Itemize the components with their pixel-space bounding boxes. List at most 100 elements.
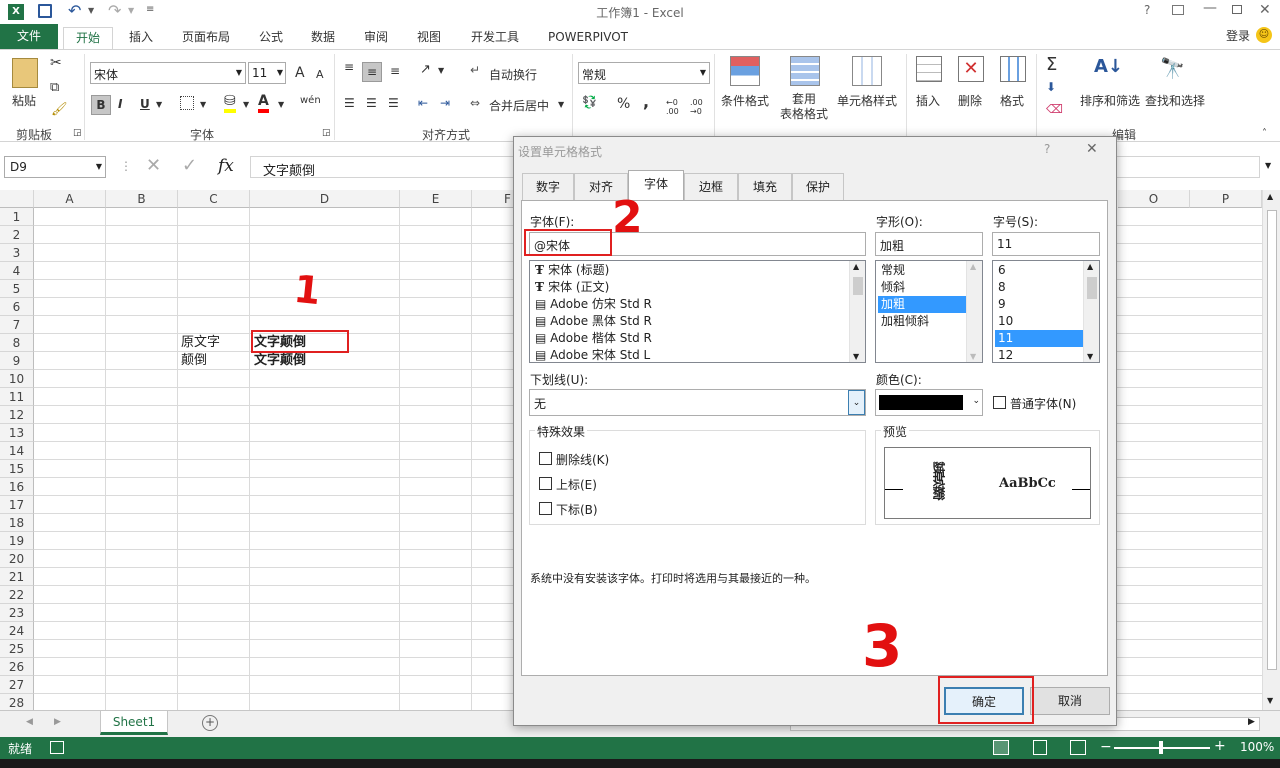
sort-filter-button[interactable]: 排序和筛选 bbox=[1080, 92, 1140, 109]
percent-button[interactable]: % bbox=[617, 96, 630, 112]
font-style-listbox[interactable]: 常规 倾斜 加粗 加粗倾斜 ▲ ▼ bbox=[875, 260, 983, 363]
normal-font-label[interactable]: 普通字体(N) bbox=[1010, 395, 1076, 412]
cell-d9[interactable]: 文字颠倒 bbox=[254, 352, 306, 370]
sort-filter-icon[interactable]: A↓ bbox=[1094, 56, 1123, 77]
tab-page-layout[interactable]: 页面布局 bbox=[172, 27, 240, 49]
insert-cells-button[interactable]: 插入 bbox=[916, 92, 940, 109]
normal-view-icon[interactable] bbox=[993, 740, 1009, 755]
strikethrough-checkbox[interactable] bbox=[539, 452, 552, 465]
cancel-entry-icon[interactable]: ✕ bbox=[146, 155, 161, 176]
fill-icon[interactable]: ⬇ bbox=[1046, 80, 1056, 94]
tab-number[interactable]: 数字 bbox=[522, 173, 574, 200]
number-format-dropdown-icon[interactable]: ▼ bbox=[700, 68, 706, 77]
style-list-scrollbar[interactable]: ▲ ▼ bbox=[966, 261, 982, 362]
size-list-item[interactable]: 6 bbox=[995, 262, 1083, 279]
align-bottom-icon[interactable]: ≡ bbox=[390, 64, 400, 78]
row-header[interactable]: 11 bbox=[0, 388, 34, 406]
cancel-button[interactable]: 取消 bbox=[1030, 687, 1110, 715]
font-size-input[interactable]: 11 bbox=[992, 232, 1100, 256]
align-left-icon[interactable]: ☰ bbox=[344, 96, 355, 110]
align-center-icon[interactable]: ☰ bbox=[366, 96, 377, 110]
format-as-table-button[interactable]: 套用 表格格式 bbox=[774, 92, 834, 122]
underline-button[interactable]: U bbox=[140, 97, 150, 111]
tab-file[interactable]: 文件 bbox=[0, 24, 58, 49]
row-header[interactable]: 27 bbox=[0, 676, 34, 694]
clipboard-launcher-icon[interactable]: ◲ bbox=[73, 128, 82, 138]
row-header[interactable]: 14 bbox=[0, 442, 34, 460]
font-size-combo[interactable]: 11 ▼ bbox=[248, 62, 286, 84]
bold-button[interactable]: B bbox=[91, 95, 111, 115]
row-header[interactable]: 15 bbox=[0, 460, 34, 478]
help-button[interactable]: ? bbox=[1144, 3, 1150, 17]
color-picker[interactable]: ⌄ bbox=[875, 389, 983, 416]
row-header[interactable]: 19 bbox=[0, 532, 34, 550]
scroll-up-icon[interactable]: ▲ bbox=[1087, 262, 1093, 271]
cell-c9[interactable]: 颠倒 bbox=[181, 352, 207, 370]
tab-home[interactable]: 开始 bbox=[63, 27, 113, 50]
font-color-icon[interactable]: A bbox=[258, 93, 269, 113]
font-style-input[interactable]: 加粗 bbox=[875, 232, 983, 256]
tab-protection[interactable]: 保护 bbox=[792, 173, 844, 200]
row-header[interactable]: 21 bbox=[0, 568, 34, 586]
tab-insert[interactable]: 插入 bbox=[120, 27, 162, 49]
decrease-decimal-button[interactable]: .00 →0 bbox=[690, 98, 712, 116]
font-size-listbox[interactable]: 6 8 9 10 11 12 ▲ ▼ bbox=[992, 260, 1100, 363]
merge-dropdown-icon[interactable]: ▼ bbox=[558, 100, 564, 109]
row-header[interactable]: 20 bbox=[0, 550, 34, 568]
font-list-item[interactable]: ▤ Adobe 黑体 Std R bbox=[532, 313, 849, 330]
normal-font-checkbox[interactable] bbox=[993, 396, 1006, 409]
clear-icon[interactable]: ⌫ bbox=[1046, 102, 1063, 116]
prev-sheet-icon[interactable]: ◀ bbox=[26, 717, 33, 727]
row-header[interactable]: 8 bbox=[0, 334, 34, 352]
scroll-right-icon[interactable]: ▶ bbox=[1248, 717, 1255, 727]
restore-button[interactable] bbox=[1232, 5, 1242, 14]
orientation-icon[interactable]: ↗ bbox=[420, 62, 431, 77]
font-listbox[interactable]: Ŧ 宋体 (标题) Ŧ 宋体 (正文) ▤ Adobe 仿宋 Std R ▤ A… bbox=[529, 260, 866, 363]
vertical-scrollbar[interactable]: ▲ ▼ bbox=[1262, 190, 1280, 710]
tab-developer[interactable]: 开发工具 bbox=[462, 27, 528, 49]
row-header[interactable]: 22 bbox=[0, 586, 34, 604]
font-list-item[interactable]: ▤ Adobe 楷体 Std R bbox=[532, 330, 849, 347]
row-header[interactable]: 26 bbox=[0, 658, 34, 676]
italic-button[interactable]: I bbox=[118, 97, 122, 111]
scroll-up-icon[interactable]: ▲ bbox=[1267, 192, 1273, 201]
row-header[interactable]: 13 bbox=[0, 424, 34, 442]
style-list-item[interactable]: 倾斜 bbox=[878, 279, 966, 296]
col-header-p[interactable]: P bbox=[1190, 190, 1262, 208]
align-right-icon[interactable]: ☰ bbox=[388, 96, 399, 110]
fill-color-dropdown-icon[interactable]: ▼ bbox=[243, 100, 249, 109]
autosum-icon[interactable]: Σ bbox=[1046, 54, 1057, 75]
font-size-dropdown-icon[interactable]: ▼ bbox=[277, 68, 283, 77]
fill-color-icon[interactable]: ⛁ bbox=[224, 93, 236, 113]
collapse-ribbon-icon[interactable]: ˄ bbox=[1262, 128, 1267, 139]
font-list-item[interactable]: Ŧ 宋体 (正文) bbox=[532, 279, 849, 296]
phonetic-guide-button[interactable]: wén bbox=[300, 95, 321, 106]
size-list-item[interactable]: 10 bbox=[995, 313, 1083, 330]
borders-icon[interactable] bbox=[180, 96, 194, 110]
ribbon-display-icon[interactable] bbox=[1172, 5, 1184, 15]
row-header[interactable]: 24 bbox=[0, 622, 34, 640]
name-box[interactable]: D9 ▼ bbox=[4, 156, 106, 178]
style-list-item[interactable]: 加粗倾斜 bbox=[878, 313, 966, 330]
subscript-label[interactable]: 下标(B) bbox=[556, 501, 598, 518]
font-name-dropdown-icon[interactable]: ▼ bbox=[236, 68, 242, 77]
select-all-corner[interactable] bbox=[0, 190, 34, 208]
cut-icon[interactable]: ✂ bbox=[50, 55, 62, 71]
insert-cells-icon[interactable] bbox=[916, 56, 942, 82]
dialog-help-button[interactable]: ? bbox=[1044, 142, 1050, 156]
font-launcher-icon[interactable]: ◲ bbox=[322, 128, 331, 138]
underline-dropdown-icon[interactable]: ▼ bbox=[156, 100, 162, 109]
underline-select[interactable]: 无 ⌄ bbox=[529, 389, 866, 416]
underline-dropdown-icon[interactable]: ⌄ bbox=[848, 390, 865, 415]
scroll-down-icon[interactable]: ▼ bbox=[1087, 352, 1093, 361]
subscript-checkbox[interactable] bbox=[539, 502, 552, 515]
sign-in-link[interactable]: 登录 bbox=[1226, 27, 1250, 44]
format-cells-icon[interactable] bbox=[1000, 56, 1026, 82]
wrap-text-button[interactable]: 自动换行 bbox=[489, 66, 537, 83]
add-sheet-button[interactable]: + bbox=[202, 715, 218, 731]
col-header-e[interactable]: E bbox=[400, 190, 472, 208]
row-header[interactable]: 16 bbox=[0, 478, 34, 496]
conditional-format-button[interactable]: 条件格式 bbox=[721, 92, 769, 109]
delete-cells-icon[interactable]: ✕ bbox=[958, 56, 984, 82]
scroll-down-icon[interactable]: ▼ bbox=[970, 352, 976, 361]
